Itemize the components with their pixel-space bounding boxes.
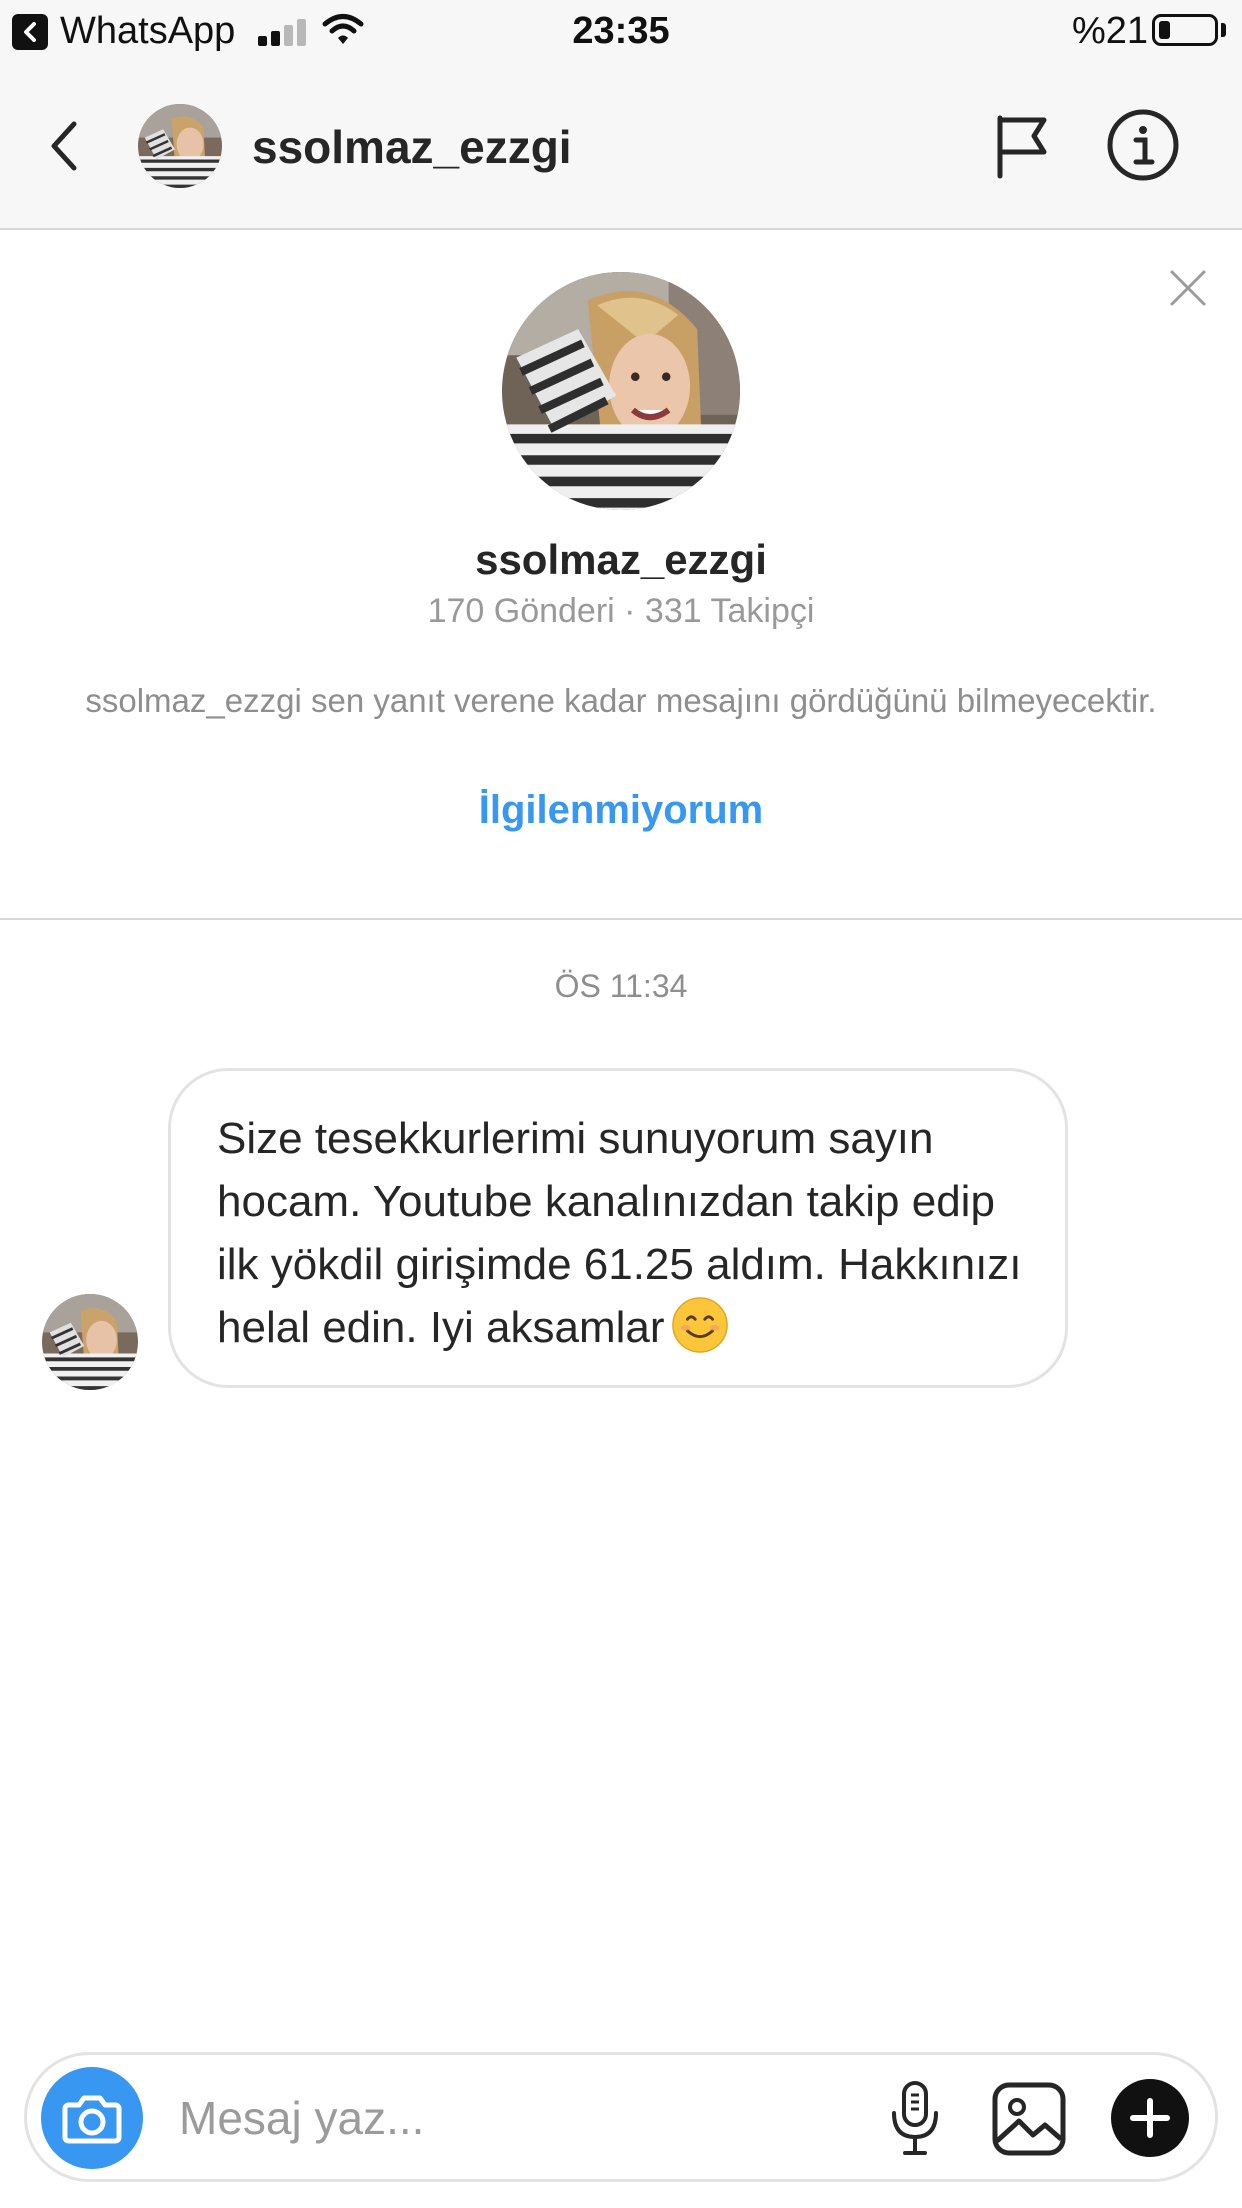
- header-username[interactable]: ssolmaz_ezzgi: [252, 120, 572, 174]
- sender-avatar[interactable]: [42, 1294, 138, 1390]
- clock: 23:35: [572, 10, 670, 52]
- battery-level: [1159, 21, 1170, 39]
- message-timestamp: ÖS 11:34: [554, 968, 688, 1004]
- not-interested-button[interactable]: İlgilenmiyorum: [0, 788, 1242, 833]
- chat-header: ssolmaz_ezzgi: [0, 62, 1242, 230]
- back-icon[interactable]: [40, 116, 90, 176]
- avatar[interactable]: [138, 104, 222, 188]
- message-text: Size tesekkurlerimi sunuyorum sayın hoca…: [217, 1114, 1022, 1352]
- flag-icon[interactable]: [990, 110, 1054, 180]
- plus-icon: [1130, 2098, 1170, 2138]
- battery-icon: [1152, 14, 1218, 46]
- camera-button[interactable]: [41, 2067, 143, 2169]
- message-input[interactable]: [179, 2085, 779, 2151]
- message-composer: [24, 2052, 1218, 2182]
- close-icon[interactable]: [1168, 268, 1208, 308]
- message-bubble[interactable]: Size tesekkurlerimi sunuyorum sayın hoca…: [168, 1068, 1068, 1388]
- microphone-icon[interactable]: [885, 2079, 945, 2159]
- plus-button[interactable]: [1111, 2079, 1189, 2157]
- message-text-wrap: Size tesekkurlerimi sunuyorum sayın hoca…: [217, 1107, 1025, 1359]
- gallery-icon[interactable]: [991, 2081, 1067, 2157]
- smiling-face-icon: [671, 1297, 728, 1353]
- battery-percent: %21: [1072, 10, 1149, 52]
- battery-cap: [1221, 23, 1226, 37]
- info-icon[interactable]: [1106, 108, 1180, 182]
- profile-avatar[interactable]: [502, 272, 740, 510]
- read-receipt-notice: ssolmaz_ezzgi sen yanıt verene kadar mes…: [85, 682, 1157, 719]
- profile-username[interactable]: ssolmaz_ezzgi: [0, 536, 1242, 584]
- status-bar: WhatsApp 23:35 %21: [0, 0, 1242, 62]
- divider: [0, 918, 1242, 920]
- camera-icon: [62, 2095, 122, 2144]
- profile-stats: 170 Gönderi · 331 Takipçi: [427, 592, 815, 630]
